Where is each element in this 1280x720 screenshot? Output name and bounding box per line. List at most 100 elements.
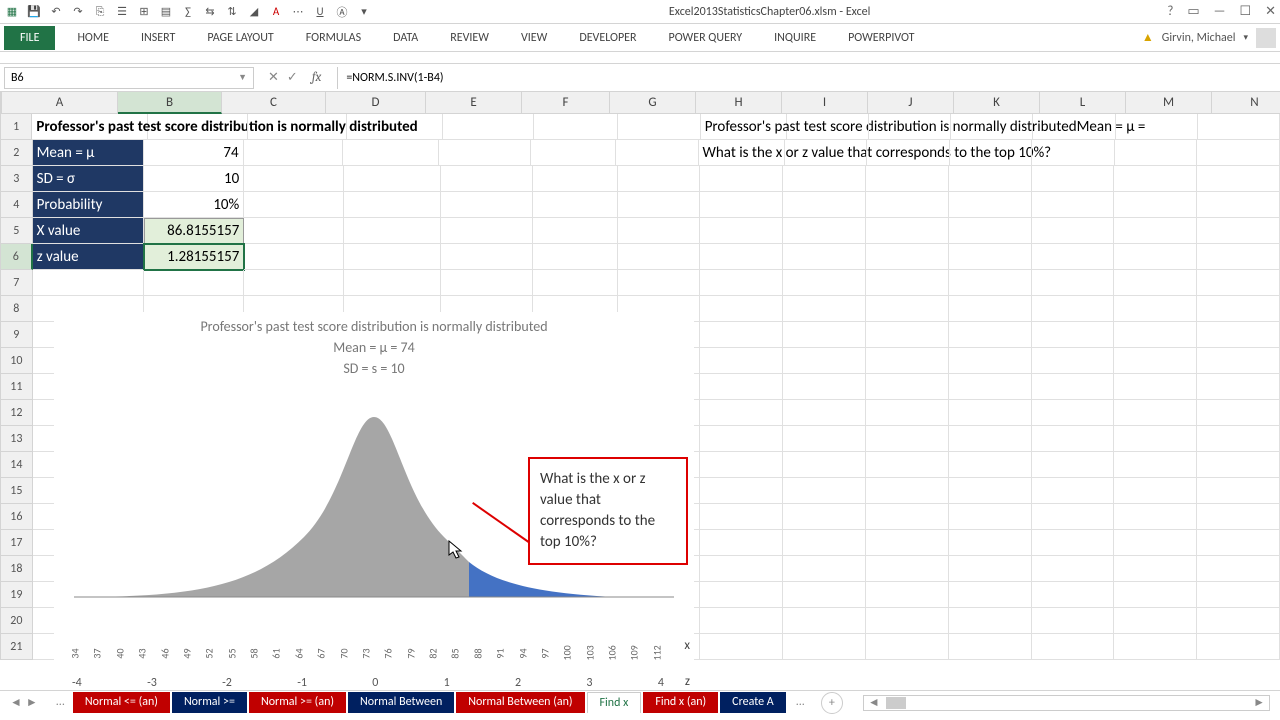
cell[interactable] — [33, 270, 145, 296]
row-header[interactable]: 6 — [0, 244, 33, 270]
cell[interactable] — [783, 530, 866, 556]
cell[interactable] — [1114, 166, 1197, 192]
cell[interactable] — [1197, 374, 1280, 400]
sheet-tab[interactable]: Normal Between (an) — [456, 692, 584, 713]
column-header[interactable]: G — [610, 92, 696, 114]
help-icon[interactable]: ? — [1167, 4, 1173, 19]
column-header[interactable]: D — [326, 92, 426, 114]
cell[interactable] — [1114, 634, 1197, 660]
cell[interactable] — [700, 192, 783, 218]
row-header[interactable]: 17 — [0, 530, 33, 556]
cell[interactable] — [1032, 426, 1115, 452]
enter-icon[interactable]: ✓ — [287, 70, 298, 85]
cell[interactable] — [439, 140, 531, 166]
cell[interactable] — [1114, 504, 1197, 530]
qat-icon[interactable]: ▤ — [158, 4, 174, 20]
cell[interactable] — [1197, 270, 1280, 296]
cell[interactable] — [783, 478, 866, 504]
ribbon-tab[interactable]: INQUIRE — [758, 26, 832, 50]
cell[interactable] — [949, 244, 1032, 270]
cell[interactable]: Professor's past test score distribution… — [32, 114, 148, 140]
cell[interactable] — [344, 166, 440, 192]
cell[interactable] — [1114, 192, 1197, 218]
row-header[interactable]: 5 — [0, 218, 33, 244]
cell[interactable] — [949, 322, 1032, 348]
column-header[interactable]: C — [222, 92, 326, 114]
cell[interactable] — [866, 192, 949, 218]
cell[interactable] — [1032, 556, 1115, 582]
sheet-tab[interactable]: ... — [788, 692, 813, 713]
cell[interactable] — [1197, 166, 1280, 192]
cell[interactable] — [244, 192, 344, 218]
ribbon-tab[interactable]: HOME — [61, 26, 125, 50]
cell[interactable] — [533, 270, 618, 296]
cell[interactable] — [949, 270, 1032, 296]
cell[interactable] — [618, 166, 701, 192]
cell[interactable] — [783, 166, 866, 192]
cell[interactable] — [1116, 114, 1198, 140]
row-header[interactable]: 1 — [0, 114, 32, 140]
qat-icon[interactable]: Ⓐ — [334, 4, 350, 20]
row-header[interactable]: 20 — [0, 608, 33, 634]
cell[interactable] — [866, 530, 949, 556]
cell[interactable] — [949, 400, 1032, 426]
cell[interactable] — [1114, 452, 1197, 478]
cell[interactable] — [700, 296, 783, 322]
cell[interactable] — [1197, 634, 1280, 660]
cell[interactable] — [441, 218, 533, 244]
cell[interactable] — [700, 504, 783, 530]
sheet-tab[interactable]: Normal >= (an) — [249, 692, 346, 713]
cell[interactable] — [244, 244, 344, 270]
cell[interactable] — [1114, 608, 1197, 634]
cell[interactable] — [1197, 348, 1280, 374]
cell[interactable] — [785, 140, 868, 166]
cell[interactable] — [1114, 348, 1197, 374]
cell[interactable] — [949, 608, 1032, 634]
row-header[interactable]: 10 — [0, 348, 33, 374]
cell[interactable] — [1197, 218, 1280, 244]
cell[interactable] — [1114, 530, 1197, 556]
cell[interactable] — [700, 270, 783, 296]
cell[interactable] — [783, 322, 866, 348]
cell[interactable] — [700, 530, 783, 556]
cell[interactable] — [1032, 140, 1115, 166]
cell[interactable] — [700, 556, 783, 582]
cell[interactable]: 1.28155157 — [144, 244, 244, 270]
cell[interactable] — [148, 114, 247, 140]
cell[interactable] — [248, 114, 347, 140]
ribbon-options-icon[interactable]: ▭ — [1187, 4, 1199, 19]
file-tab[interactable]: FILE — [4, 26, 55, 50]
column-header[interactable]: A — [2, 92, 118, 114]
cell[interactable] — [1033, 114, 1115, 140]
qat-icon[interactable]: ∑ — [180, 4, 196, 20]
ribbon-tab[interactable]: POWERPIVOT — [832, 26, 930, 50]
ribbon-tab[interactable]: POWER QUERY — [653, 26, 759, 50]
cell[interactable]: 10 — [144, 166, 244, 192]
cell[interactable] — [344, 218, 440, 244]
cell[interactable] — [783, 218, 866, 244]
scroll-left-icon[interactable]: ◄ — [864, 695, 884, 710]
cell[interactable] — [949, 426, 1032, 452]
cell[interactable] — [949, 504, 1032, 530]
cancel-icon[interactable]: ✕ — [268, 70, 279, 85]
cell[interactable] — [1197, 452, 1280, 478]
cell[interactable] — [1032, 634, 1115, 660]
cell[interactable] — [1198, 114, 1280, 140]
cell[interactable] — [700, 582, 783, 608]
cell[interactable] — [866, 348, 949, 374]
cell[interactable] — [949, 478, 1032, 504]
cell[interactable] — [1197, 400, 1280, 426]
cell[interactable] — [1197, 426, 1280, 452]
cell[interactable] — [700, 166, 783, 192]
cell[interactable]: Mean = μ — [33, 140, 144, 166]
ribbon-tab[interactable]: FORMULAS — [290, 26, 377, 50]
cell[interactable] — [1197, 504, 1280, 530]
cell[interactable] — [783, 608, 866, 634]
qat-dropdown-icon[interactable]: ▾ — [356, 4, 372, 20]
cell[interactable] — [344, 270, 440, 296]
cell[interactable] — [441, 192, 533, 218]
qat-icon[interactable]: ⋯ — [290, 4, 306, 20]
row-header[interactable]: 3 — [0, 166, 33, 192]
chevron-down-icon[interactable]: ▼ — [238, 72, 247, 83]
cell[interactable] — [618, 270, 701, 296]
